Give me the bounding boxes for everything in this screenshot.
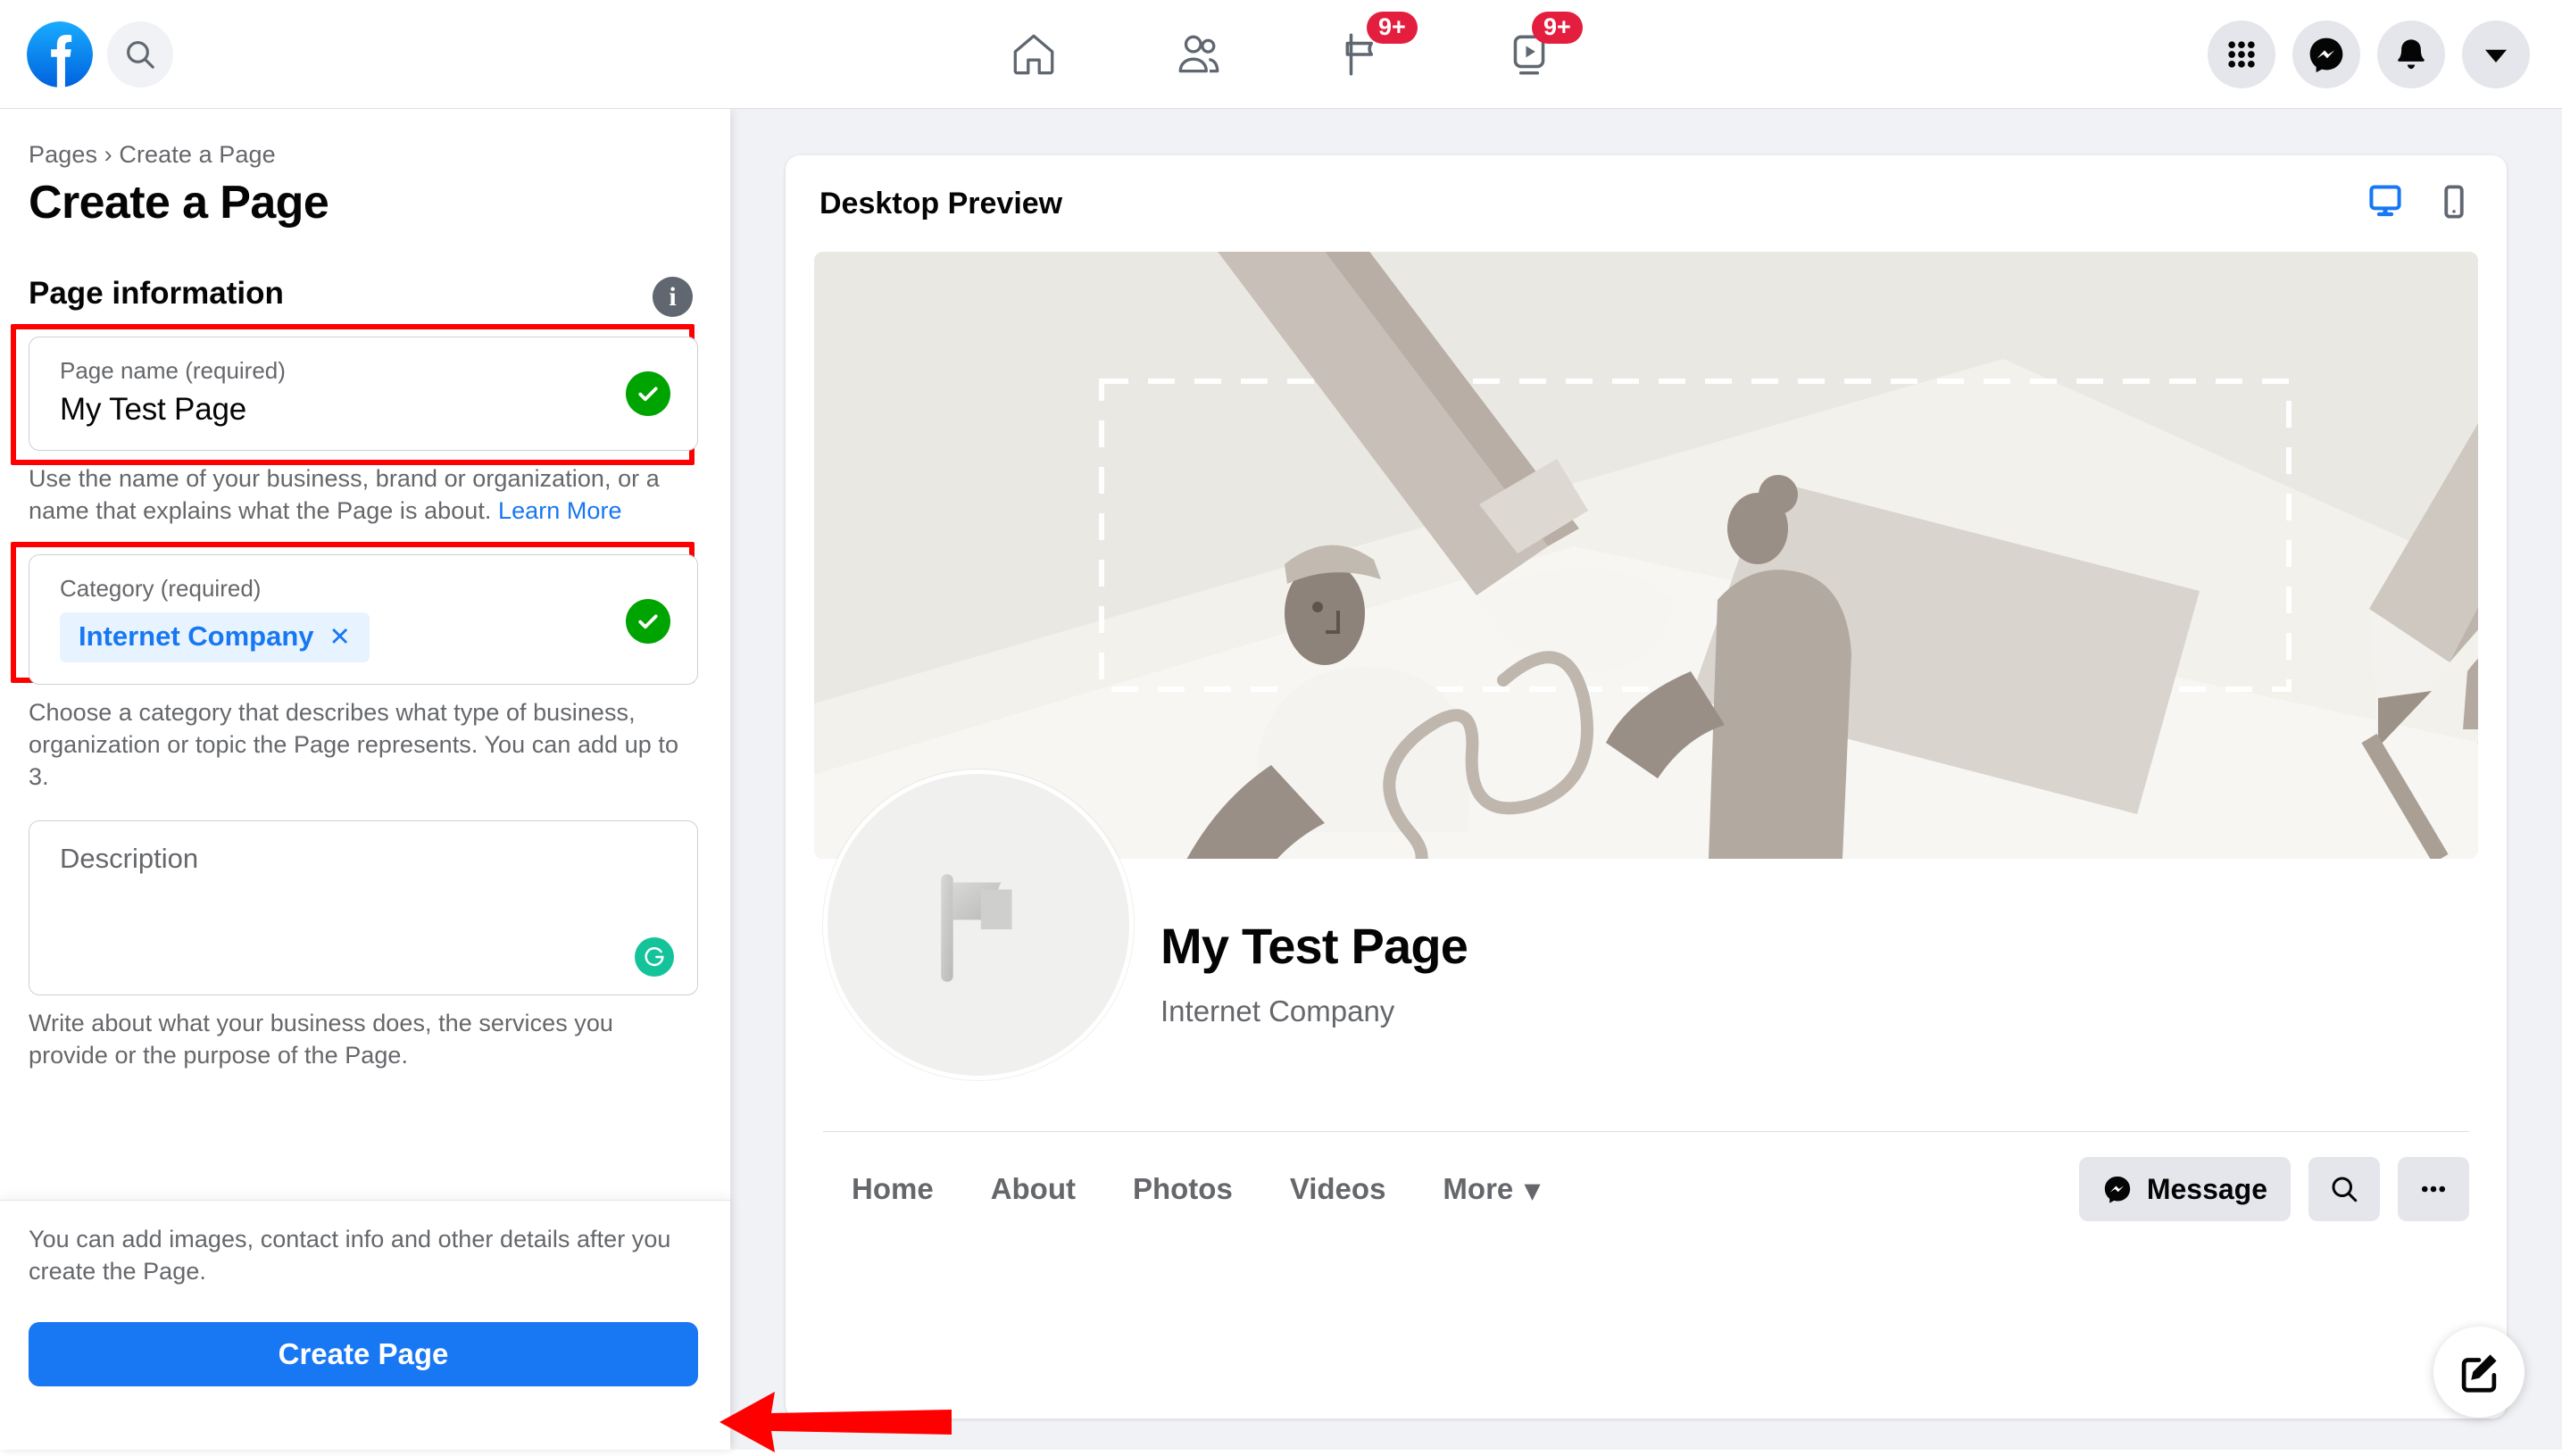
page-title: Create a Page (29, 177, 329, 229)
desktop-preview-toggle[interactable] (2366, 182, 2405, 226)
edit-compose-fab[interactable] (2433, 1327, 2525, 1418)
preview-area: Desktop Preview My Test Page Internet Co… (730, 109, 2562, 1450)
messenger-icon (2309, 37, 2343, 72)
preview-title: Desktop Preview (819, 186, 1063, 220)
create-page-button[interactable]: Create Page (29, 1321, 698, 1386)
preview-toggle-group (2366, 182, 2473, 226)
search-icon (127, 40, 154, 69)
bell-notifications-icon (2398, 38, 2425, 69)
preview-search-button[interactable] (2308, 1157, 2380, 1221)
topnav-center-tabs: 9+ 9+ (951, 10, 1611, 99)
watch-badge: 9+ (1532, 11, 1583, 44)
preview-tab-photos[interactable]: Photos (1104, 1172, 1261, 1206)
nav-tab-friends[interactable] (1116, 10, 1281, 99)
preview-more-options-button[interactable] (2398, 1157, 2469, 1221)
category-valid-badge (626, 598, 670, 644)
green-check-icon (638, 614, 658, 628)
learn-more-link[interactable]: Learn More (498, 497, 622, 524)
page-name-valid-badge (626, 371, 670, 416)
preview-tab-more[interactable]: More ▾ (1414, 1172, 1568, 1207)
topnav-right-group (2208, 20, 2530, 88)
messenger-button[interactable] (2292, 20, 2360, 88)
category-chip[interactable]: Internet Company ✕ (60, 612, 370, 662)
mobile-preview-toggle[interactable] (2435, 183, 2473, 225)
pages-badge: 9+ (1367, 11, 1418, 44)
friends-icon (1178, 35, 1219, 72)
footer-note: You can add images, contact info and oth… (29, 1226, 671, 1285)
mobile-phone-icon (2444, 184, 2464, 219)
green-check-icon (638, 387, 658, 402)
messenger-icon (2104, 1176, 2130, 1203)
preview-page-category: Internet Company (1160, 994, 1395, 1028)
preview-tab-videos[interactable]: Videos (1261, 1172, 1415, 1206)
preview-header: Desktop Preview (786, 155, 2507, 252)
preview-tab-bar: Home About Photos Videos More ▾ Message (786, 1132, 2507, 1246)
create-page-form-panel: Pages › Create a Page Create a Page Page… (0, 109, 730, 1450)
avatar[interactable] (823, 770, 1134, 1080)
edit-compose-icon (2461, 1354, 2497, 1393)
ellipsis-icon (2421, 1186, 2446, 1193)
category-label: Category (required) (60, 574, 262, 602)
breadcrumb[interactable]: Pages › Create a Page (29, 141, 698, 169)
section-title-page-information: Page information (29, 276, 284, 311)
message-button[interactable]: Message (2078, 1157, 2291, 1221)
category-helper-text: Choose a category that describes what ty… (29, 699, 679, 790)
form-footer: You can add images, contact info and oth… (0, 1200, 730, 1450)
grid-menu-icon (2228, 40, 2255, 68)
preview-profile-row: My Test Page Internet Company (786, 770, 2507, 1131)
page-name-field-wrapper: Page name (required) My Test Page (11, 324, 698, 465)
description-placeholder: Description (60, 842, 199, 874)
cover-photo-illustration[interactable] (814, 252, 2478, 859)
home-icon (1013, 34, 1053, 74)
search-button[interactable] (107, 21, 173, 87)
grammarly-g-icon (645, 946, 664, 966)
grid-menu-button[interactable] (2208, 20, 2275, 88)
nav-tab-home[interactable] (951, 10, 1116, 99)
facebook-logo[interactable] (27, 21, 93, 87)
preview-card: Desktop Preview My Test Page Internet Co… (786, 155, 2507, 1419)
preview-action-buttons: Message (2078, 1157, 2469, 1221)
page-name-input-value[interactable]: My Test Page (60, 392, 674, 428)
annotation-arrow-create-page (720, 1392, 952, 1452)
chevron-down-account-icon (2485, 49, 2507, 62)
category-field-wrapper: Category (required) Internet Company ✕ (11, 541, 698, 685)
page-name-field[interactable]: Page name (required) My Test Page (29, 337, 698, 451)
top-navigation-bar: 9+ 9+ (0, 0, 2562, 109)
notifications-button[interactable] (2377, 20, 2445, 88)
nav-tab-watch[interactable]: 9+ (1446, 10, 1611, 99)
info-icon[interactable]: i (653, 277, 693, 317)
desktop-monitor-icon (2369, 184, 2401, 216)
cover-illustration-art (814, 252, 2478, 859)
description-field[interactable]: Description (29, 820, 698, 995)
description-helper-text: Write about what your business does, the… (29, 1009, 613, 1069)
page-name-label: Page name (required) (60, 357, 286, 384)
description-field-wrapper: Description (29, 820, 698, 995)
chevron-down-icon: ▾ (1525, 1172, 1540, 1206)
close-x-icon[interactable]: ✕ (329, 621, 351, 653)
nav-tab-pages[interactable]: 9+ (1281, 10, 1446, 99)
form-scroll-region[interactable]: Pages › Create a Page Create a Page Page… (0, 109, 730, 1200)
category-chip-label: Internet Company (79, 620, 314, 652)
message-button-label: Message (2146, 1172, 2267, 1205)
category-field[interactable]: Category (required) Internet Company ✕ (29, 553, 698, 685)
flag-placeholder-icon (941, 874, 1012, 982)
search-icon (2332, 1177, 2358, 1202)
account-menu-button[interactable] (2462, 20, 2530, 88)
preview-tab-home[interactable]: Home (823, 1172, 962, 1206)
preview-tab-more-label: More (1443, 1172, 1514, 1205)
grammarly-icon[interactable] (635, 936, 674, 977)
preview-tab-about[interactable]: About (962, 1172, 1104, 1206)
facebook-logo-icon (27, 21, 93, 87)
preview-page-name: My Test Page (1160, 918, 1468, 974)
page-name-helper-text: Use the name of your business, brand or … (29, 463, 698, 528)
topnav-left-group (0, 21, 173, 87)
